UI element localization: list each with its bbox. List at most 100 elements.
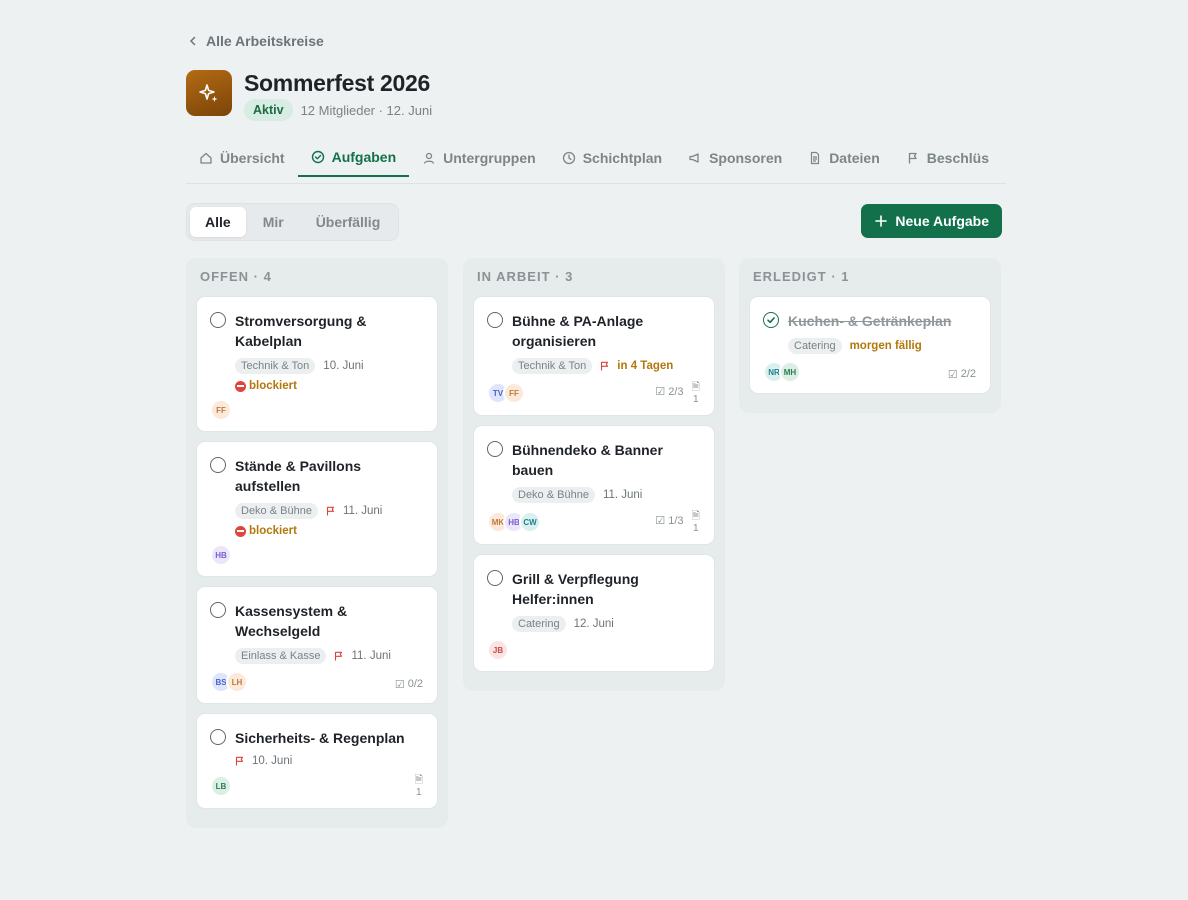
assignees: BS LH [210, 671, 248, 693]
task-stats: ☑ 0/2 [395, 674, 423, 691]
subtask-count: ☑ 2/3 [655, 385, 684, 399]
task-footer: LB 🗎 1 [210, 774, 423, 798]
tab-label: Übersicht [220, 149, 285, 166]
flag-icon [908, 152, 917, 163]
task-stats: 🗎 1 [415, 774, 423, 798]
avatar[interactable]: MH [779, 361, 801, 383]
due-date: 11. Juni [351, 650, 391, 662]
task-card[interactable]: Bühnendeko & Banner bauen Deko & Bühne 11.… [473, 425, 715, 545]
avatar[interactable]: LH [226, 671, 248, 693]
sparkle-icon [199, 84, 218, 102]
task-meta: 10. Juni [235, 755, 423, 767]
checkbox-circle[interactable] [487, 441, 503, 457]
tab-label: Untergruppen [443, 149, 536, 166]
new-task-button[interactable]: Neue Aufgabe [861, 204, 1002, 238]
home-icon [200, 152, 212, 164]
task-card[interactable]: Kuchen- & Getränkeplan Catering morgen fäl… [749, 296, 991, 394]
task-footer: JB [487, 639, 700, 661]
category-tag: Technik & Ton [512, 358, 593, 374]
file-count: 🗎 1 [692, 381, 700, 405]
task-card[interactable]: Stromversorgung & Kabelplan Technik & Ton… [196, 296, 438, 432]
checkbox-circle[interactable] [487, 312, 503, 328]
task-footer: FF [210, 399, 423, 421]
tab-aufgaben[interactable]: Aufgaben [297, 138, 410, 177]
blocked-status: blockiert [235, 525, 423, 537]
checkbox-circle[interactable] [210, 457, 226, 473]
tab-label: Schichtplan [582, 149, 663, 166]
tab-label: Dateien [829, 149, 880, 166]
due-warning: in 4 Tagen [617, 360, 674, 372]
back-link[interactable]: Alle Arbeitskreise [188, 33, 324, 49]
task-title[interactable]: Sicherheits- & Regenplan [235, 728, 405, 748]
avatar[interactable]: FF [210, 399, 232, 421]
checkbox-circle[interactable] [210, 729, 226, 745]
tab-label: Aufgaben [331, 148, 397, 165]
filter-überfällig[interactable]: Überfällig [301, 207, 396, 237]
avatar[interactable]: CW [519, 511, 541, 533]
task-title[interactable]: Bühne & PA-Anlage organisieren [512, 311, 700, 351]
task-card[interactable]: Stände & Pavillons aufstellen Deko & Bühn… [196, 441, 438, 577]
checkbox-circle[interactable] [487, 570, 503, 586]
task-title[interactable]: Stromversorgung & Kabelplan [235, 311, 423, 351]
subtask-count-value: 1/3 [668, 514, 684, 527]
subtask-count-value: 0/2 [407, 678, 423, 690]
checkbox-icon: ☑ [655, 386, 666, 398]
filter-mir[interactable]: Mir [248, 207, 299, 237]
task-title[interactable]: Kassensystem & Wechselgeld [235, 601, 423, 641]
avatar[interactable]: FF [503, 382, 525, 404]
due-date: 11. Juni [602, 489, 643, 501]
tab-sponsoren[interactable]: Sponsoren [675, 138, 795, 177]
avatar[interactable]: HB [210, 544, 232, 566]
task-card[interactable]: Sicherheits- & Regenplan 10. Juni LB 🗎 1 [196, 713, 438, 809]
task-title[interactable]: Bühnendeko & Banner bauen [512, 440, 700, 480]
task-card-header: Bühnendeko & Banner bauen [487, 440, 700, 480]
due-warning: morgen fällig [849, 340, 922, 352]
checkbox-circle[interactable] [210, 602, 226, 618]
task-card[interactable]: Kassensystem & Wechselgeld Einlass & Kass… [196, 586, 438, 704]
task-footer: TV FF ☑ 2/3 🗎 1 [487, 381, 700, 405]
checkbox-icon: ☑ [655, 515, 666, 527]
column-title: IN ARBEIT · 3 [477, 269, 574, 284]
subtask-count: ☑ 1/3 [655, 514, 684, 528]
blocked-icon [235, 380, 246, 392]
avatar[interactable]: JB [487, 639, 509, 661]
task-meta: Technik & Ton in 4 Tagen [512, 358, 700, 374]
tab-dateien[interactable]: Dateien [795, 138, 893, 177]
back-link-label: Alle Arbeitskreise [206, 33, 324, 49]
task-stats: ☑ 2/2 [948, 364, 976, 381]
task-card[interactable]: Grill & Verpflegung Helfer:innen Catering… [473, 554, 715, 672]
project-logo [186, 70, 232, 116]
subtask-count: ☑ 2/2 [948, 368, 976, 381]
task-card-header: Kassensystem & Wechselgeld [210, 601, 423, 641]
assignees: FF [210, 399, 232, 421]
task-title[interactable]: Kuchen- & Getränkeplan [788, 311, 951, 331]
chevron-left-icon [189, 36, 196, 46]
column-title: OFFEN · 4 [200, 269, 272, 284]
tab-schichtplan[interactable]: Schichtplan [549, 138, 675, 177]
subtask-count-value: 2/3 [668, 385, 684, 398]
tab-beschlüs[interactable]: Beschlüs [893, 138, 1002, 177]
blocked-label: blockiert [249, 525, 297, 537]
avatar[interactable]: LB [210, 775, 232, 797]
task-filter: Alle Mir Überfällig [186, 203, 400, 241]
task-footer: MK HB CW ☑ 1/3 🗎 1 [487, 510, 700, 534]
filter-alle[interactable]: Alle [190, 207, 246, 237]
tab-übersicht[interactable]: Übersicht [186, 138, 298, 177]
new-task-label: Neue Aufgabe [895, 213, 989, 229]
task-footer: BS LH ☑ 0/2 [210, 671, 423, 693]
tab-untergruppen[interactable]: Untergruppen [409, 138, 549, 177]
tab-label: Beschlüs [926, 149, 990, 166]
task-title[interactable]: Grill & Verpflegung Helfer:innen [512, 569, 700, 609]
assignees: NR MH [763, 361, 801, 383]
task-meta: Einlass & Kasse 11. Juni [235, 648, 423, 664]
category-tag: Technik & Ton [235, 358, 316, 374]
project-header: Sommerfest 2026 Aktiv 12 Mitglieder · 12… [186, 70, 432, 121]
category-tag: Catering [512, 616, 566, 632]
checkbox-circle[interactable] [210, 312, 226, 328]
task-card[interactable]: Bühne & PA-Anlage organisieren Technik & … [473, 296, 715, 416]
task-card-header: Stromversorgung & Kabelplan [210, 311, 423, 351]
flag-icon [335, 651, 343, 661]
checked-circle-icon[interactable] [763, 312, 779, 328]
file-count-value: 1 [692, 393, 699, 405]
task-title[interactable]: Stände & Pavillons aufstellen [235, 456, 423, 496]
